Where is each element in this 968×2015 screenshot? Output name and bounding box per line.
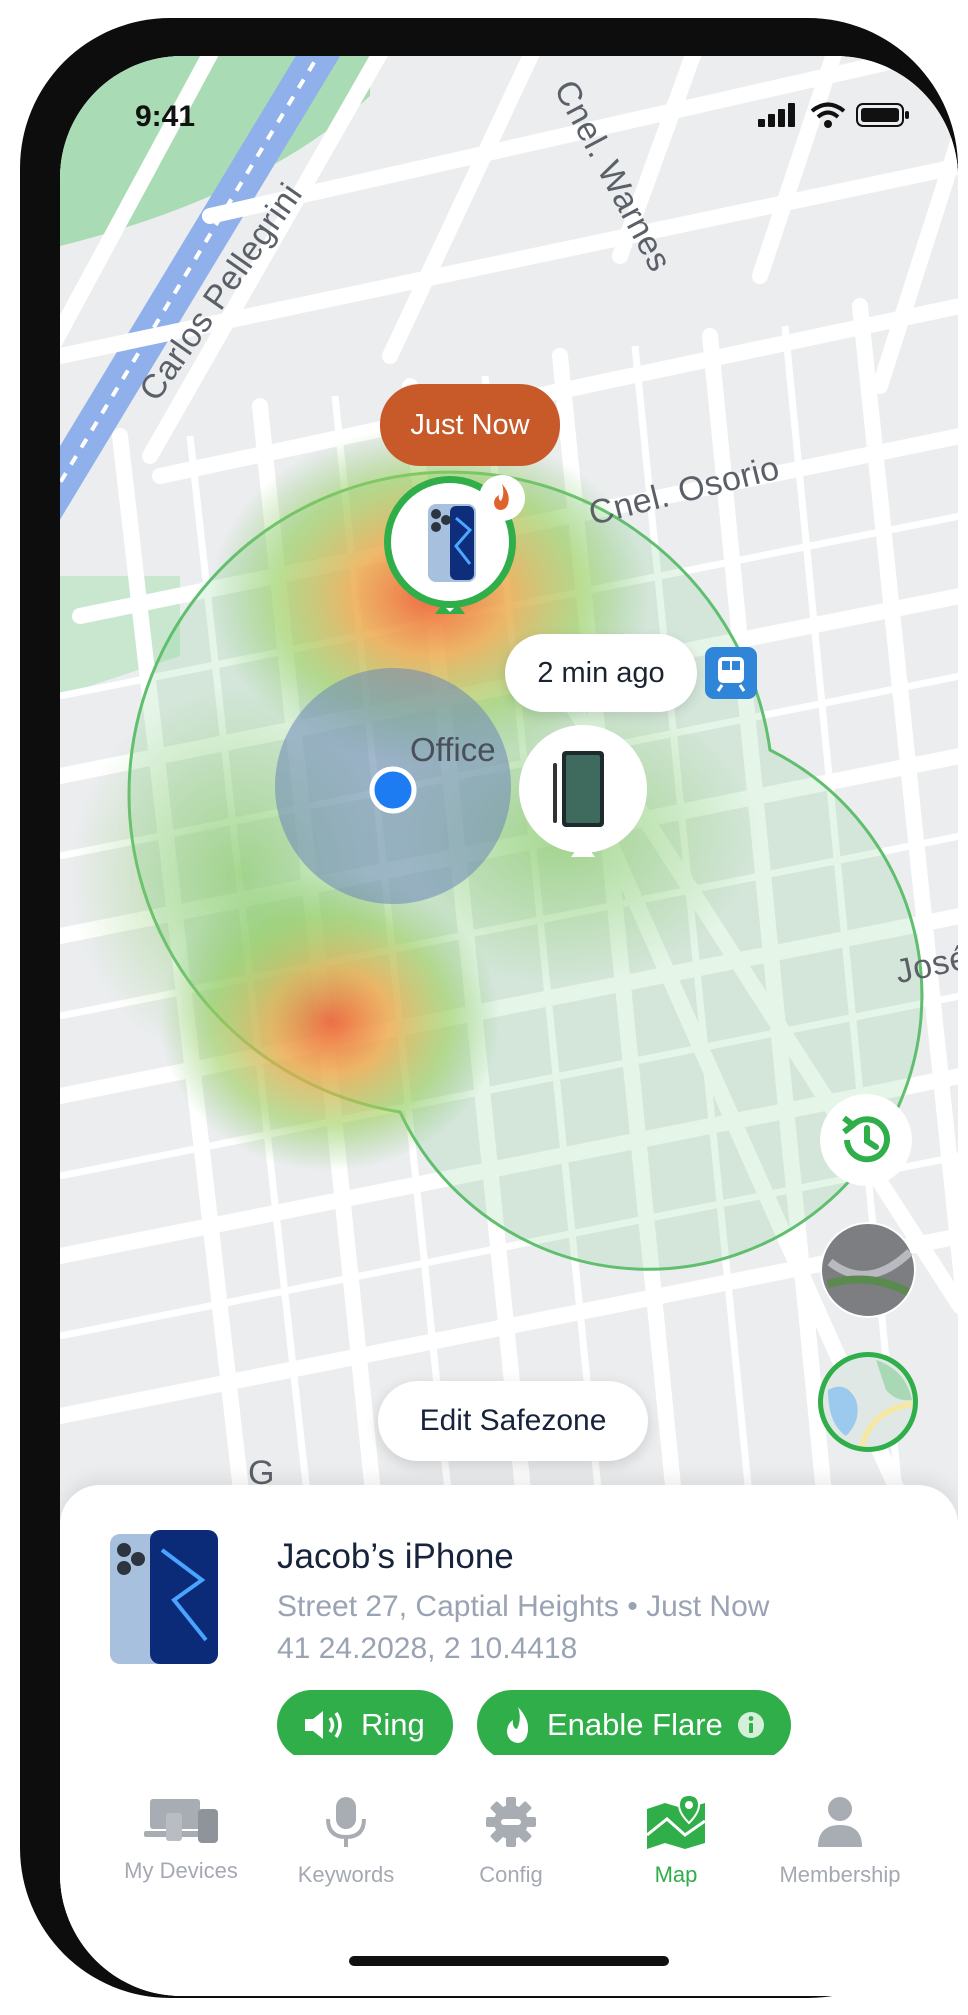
device-name: Jacob’s iPhone: [277, 1537, 514, 1576]
person-icon: [818, 1797, 862, 1847]
edit-safezone-button[interactable]: Edit Safezone: [378, 1381, 648, 1461]
device-marker-galaxy[interactable]: [513, 723, 653, 873]
wifi-icon: [810, 102, 846, 128]
satellite-map-icon[interactable]: [820, 1222, 916, 1318]
nav-item-config[interactable]: Config: [431, 1795, 591, 1888]
nav-item-my-devices[interactable]: My Devices: [101, 1795, 261, 1884]
battery-icon: [856, 103, 909, 127]
screen: Carlos Pellegrini Cnel. Warnes Cnel. Oso…: [60, 56, 958, 1996]
history-icon[interactable]: [820, 1094, 912, 1186]
place-label-office: Office: [410, 731, 496, 768]
standard-map-icon[interactable]: [816, 1350, 920, 1454]
separator: •: [627, 1590, 638, 1623]
device-location: Street 27, Captial Heights • Just Now: [277, 1590, 769, 1624]
device-coordinates: 41 24.2028, 2 10.4418: [277, 1632, 578, 1665]
signal-icon: [758, 103, 795, 127]
transit-icon: [705, 647, 757, 699]
nav-label: Membership: [779, 1862, 901, 1887]
gear-icon: [486, 1797, 536, 1847]
devices-icon: [144, 1799, 218, 1843]
home-indicator: [349, 1956, 669, 1966]
phone-frame: Carlos Pellegrini Cnel. Warnes Cnel. Oso…: [20, 18, 958, 1998]
nav-label: My Devices: [124, 1858, 238, 1883]
status-time: 9:41: [135, 100, 196, 133]
speaker-icon: [305, 1711, 342, 1739]
microphone-icon: [326, 1797, 366, 1847]
ring-button[interactable]: Ring: [277, 1690, 453, 1760]
device-address: Street 27, Captial Heights: [277, 1590, 619, 1623]
map-pin-icon: [646, 1793, 706, 1849]
device-thumbnail: [110, 1530, 218, 1664]
enable-flare-label: Enable Flare: [547, 1707, 723, 1742]
last-seen-badge: Just Now: [380, 384, 560, 466]
nav-item-membership[interactable]: Membership: [760, 1795, 920, 1888]
nav-item-keywords[interactable]: Keywords: [266, 1795, 426, 1888]
status-icons: [758, 102, 910, 128]
flame-icon: [507, 1707, 529, 1743]
last-seen-badge-secondary: 2 min ago: [505, 634, 697, 712]
enable-flare-button[interactable]: Enable Flare: [477, 1690, 791, 1760]
nav-label: Config: [479, 1862, 543, 1887]
nav-label-active: Map: [654, 1862, 698, 1887]
nav-item-map[interactable]: Map: [596, 1793, 756, 1888]
device-last-seen: Just Now: [646, 1590, 770, 1623]
flare-icon: [479, 475, 525, 521]
ring-label: Ring: [361, 1707, 425, 1742]
nav-label: Keywords: [297, 1862, 395, 1887]
info-icon[interactable]: [737, 1711, 765, 1739]
